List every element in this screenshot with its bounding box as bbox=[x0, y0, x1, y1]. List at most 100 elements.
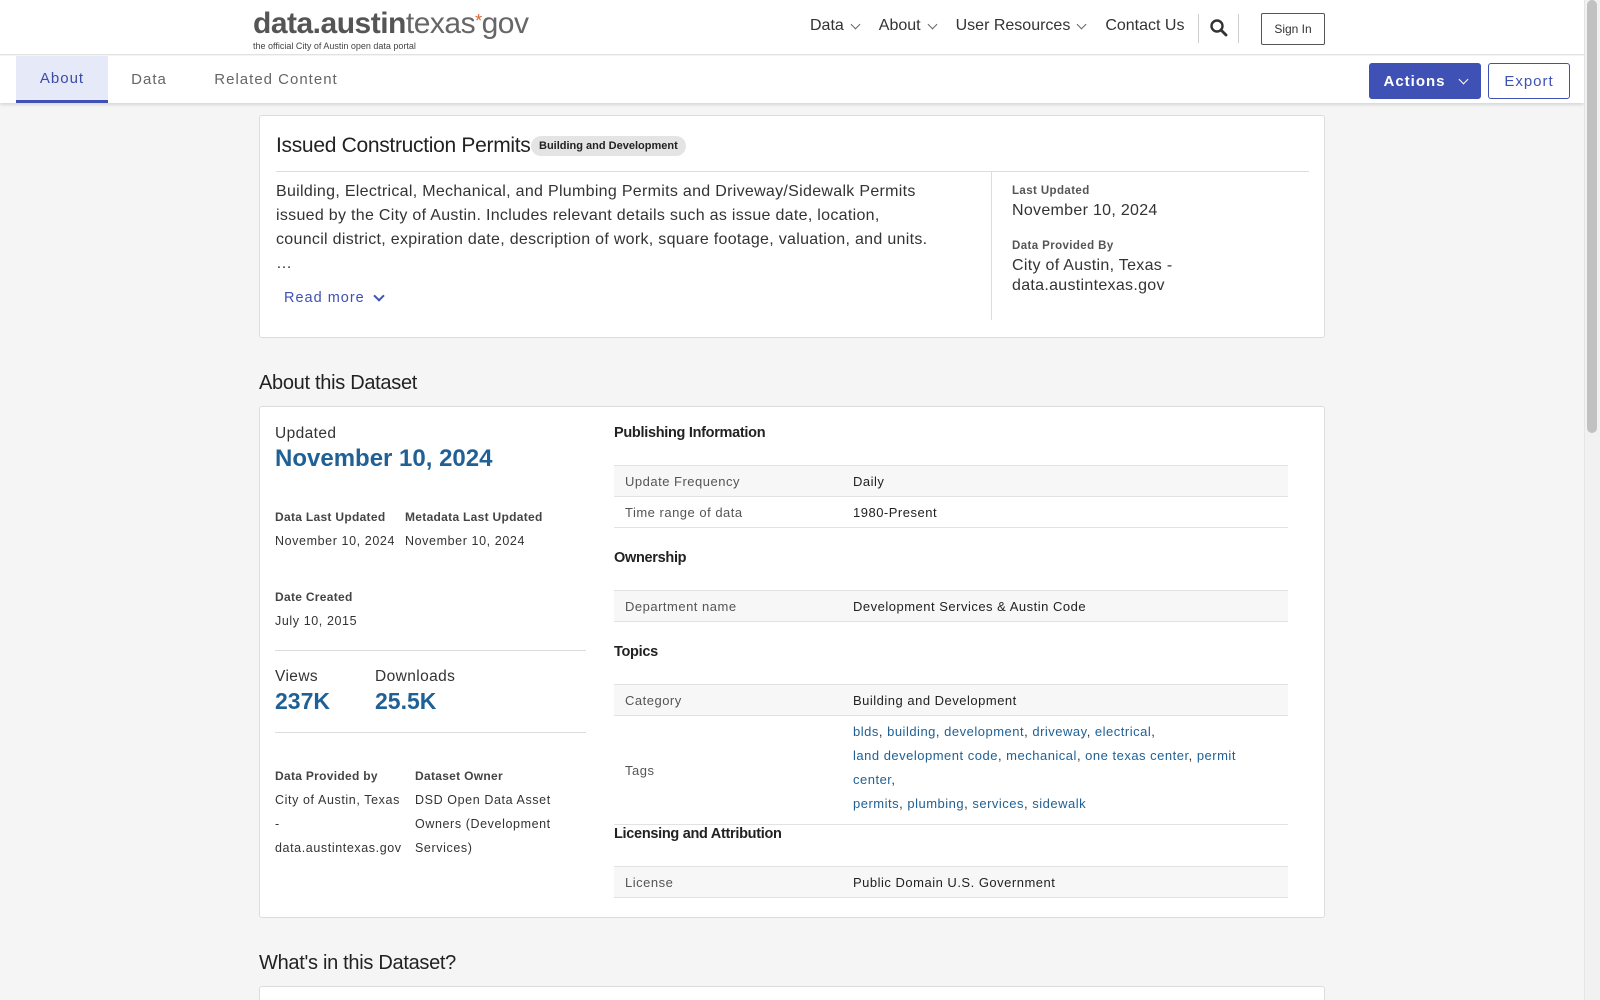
tag-link[interactable]: sidewalk bbox=[1032, 796, 1086, 811]
tag-link[interactable]: services bbox=[972, 796, 1024, 811]
read-more-label: Read more bbox=[284, 290, 365, 306]
row-value: Daily bbox=[842, 465, 1288, 497]
table-row: Tags blds, building, development, drivew… bbox=[614, 715, 1288, 825]
date-created-label: Date Created bbox=[275, 590, 353, 604]
table-row: Time range of data 1980-Present bbox=[614, 496, 1288, 528]
tag-link[interactable]: one texas center bbox=[1085, 748, 1188, 763]
row-value: Building and Development bbox=[842, 684, 1288, 716]
category-badge: Building and Development bbox=[531, 136, 686, 156]
site-header: data.austintexas*gov the official City o… bbox=[0, 0, 1584, 55]
tag-link[interactable]: driveway bbox=[1032, 724, 1086, 739]
tag-separator: , bbox=[1151, 724, 1156, 739]
provided-by-label: Data Provided by bbox=[275, 769, 378, 783]
table-row: License Public Domain U.S. Government bbox=[614, 866, 1288, 898]
row-key: License bbox=[614, 866, 842, 898]
provider-line: - bbox=[275, 817, 280, 831]
dataset-description: Building, Electrical, Mechanical, and Pl… bbox=[276, 180, 946, 276]
provider-line: data.austintexas.gov bbox=[275, 841, 402, 855]
dataset-title: Issued Construction Permits bbox=[276, 134, 531, 157]
nav-user-resources-label: User Resources bbox=[955, 17, 1071, 34]
nav-user-resources[interactable]: User Resources bbox=[955, 17, 1087, 35]
sign-in-button[interactable]: Sign In bbox=[1261, 13, 1325, 45]
whats-in-dataset-card bbox=[259, 986, 1325, 1000]
tag-link[interactable]: plumbing bbox=[907, 796, 964, 811]
licensing-table: License Public Domain U.S. Government bbox=[614, 866, 1288, 898]
publishing-info-table: Update Frequency Daily Time range of dat… bbox=[614, 465, 1288, 528]
divider bbox=[275, 732, 586, 733]
nav-contact-us[interactable]: Contact Us bbox=[1105, 17, 1184, 35]
views-label: Views bbox=[275, 668, 319, 685]
table-row: Category Building and Development bbox=[614, 684, 1288, 716]
tag-link[interactable]: land development code bbox=[853, 748, 998, 763]
tab-related-content[interactable]: Related Content bbox=[190, 56, 362, 103]
row-key: Category bbox=[614, 684, 842, 716]
actions-button[interactable]: Actions bbox=[1369, 63, 1481, 99]
owner-line: Owners (Development bbox=[415, 817, 551, 831]
metadata-last-updated-label: Metadata Last Updated bbox=[405, 510, 543, 524]
provider-line: City of Austin, Texas - bbox=[1012, 257, 1173, 274]
divider bbox=[275, 650, 586, 651]
search-button[interactable] bbox=[1209, 18, 1229, 38]
table-row: Department name Development Services & A… bbox=[614, 590, 1288, 622]
tab-about[interactable]: About bbox=[16, 56, 108, 103]
row-key: Tags bbox=[614, 715, 842, 825]
whats-in-dataset-heading: What's in this Dataset? bbox=[259, 952, 457, 974]
license-link[interactable]: Public Domain U.S. Government bbox=[842, 866, 1288, 898]
ownership-heading: Ownership bbox=[614, 550, 687, 566]
export-button[interactable]: Export bbox=[1488, 63, 1570, 99]
dataset-owner-value: DSD Open Data Asset Owners (Development … bbox=[415, 788, 551, 860]
nav-data[interactable]: Data bbox=[810, 17, 861, 35]
nav-about[interactable]: About bbox=[878, 17, 938, 35]
ownership-table: Department name Development Services & A… bbox=[614, 590, 1288, 622]
nav-data-label: Data bbox=[810, 17, 844, 34]
chevron-down-icon bbox=[373, 290, 385, 302]
dataset-summary-card: Issued Construction Permits Building and… bbox=[259, 115, 1325, 338]
tag-link[interactable]: blds bbox=[853, 724, 879, 739]
nav-divider bbox=[1198, 14, 1199, 43]
topics-table: Category Building and Development Tags b… bbox=[614, 684, 1288, 825]
owner-line: DSD Open Data Asset bbox=[415, 793, 551, 807]
tag-link[interactable]: development bbox=[944, 724, 1024, 739]
table-row: Update Frequency Daily bbox=[614, 465, 1288, 497]
page-scrollbar-thumb[interactable] bbox=[1587, 0, 1597, 433]
tag-link[interactable]: mechanical bbox=[1006, 748, 1077, 763]
topics-heading: Topics bbox=[614, 644, 658, 660]
nav-contact-us-label: Contact Us bbox=[1105, 17, 1185, 34]
row-value: Development Services & Austin Code bbox=[842, 590, 1288, 622]
tab-data[interactable]: Data bbox=[108, 56, 190, 103]
updated-value: November 10, 2024 bbox=[275, 445, 493, 472]
chevron-down-icon bbox=[850, 19, 861, 29]
dataset-tab-bar: About Data Related Content Actions Expor… bbox=[0, 56, 1584, 103]
data-last-updated-label: Data Last Updated bbox=[275, 510, 386, 524]
downloads-label: Downloads bbox=[375, 668, 456, 685]
tag-separator: , bbox=[878, 724, 888, 739]
licensing-heading: Licensing and Attribution bbox=[614, 826, 782, 842]
data-last-updated-value: November 10, 2024 bbox=[275, 534, 395, 548]
data-provided-by-label: Data Provided By bbox=[1012, 240, 1114, 252]
divider bbox=[276, 171, 1309, 172]
updated-label: Updated bbox=[275, 425, 337, 442]
chevron-down-icon bbox=[927, 19, 938, 29]
read-more-button[interactable]: Read more bbox=[284, 290, 385, 306]
tag-separator: , bbox=[891, 772, 896, 787]
views-value: 237K bbox=[275, 688, 330, 714]
chevron-down-icon bbox=[1458, 74, 1468, 84]
owner-line: Services) bbox=[415, 841, 473, 855]
last-updated-label: Last Updated bbox=[1012, 185, 1090, 197]
search-icon bbox=[1210, 19, 1228, 37]
site-logo[interactable]: data.austintexas*gov the official City o… bbox=[253, 9, 529, 52]
last-updated-value: November 10, 2024 bbox=[1012, 202, 1158, 219]
description-line: Building, Electrical, Mechanical, and Pl… bbox=[276, 183, 916, 200]
row-value: 1980-Present bbox=[842, 496, 1288, 528]
description-line: council district, expiration date, descr… bbox=[276, 231, 928, 248]
vertical-divider bbox=[991, 172, 992, 320]
tag-link[interactable]: building bbox=[887, 724, 936, 739]
tag-separator: , bbox=[1086, 724, 1095, 739]
description-line: issued by the City of Austin. Includes r… bbox=[276, 207, 880, 224]
data-provided-by-value: City of Austin, Texas - data.austintexas… bbox=[1012, 256, 1172, 296]
tag-separator: , bbox=[997, 748, 1007, 763]
tag-link[interactable]: electrical bbox=[1095, 724, 1151, 739]
provider-line: City of Austin, Texas bbox=[275, 793, 400, 807]
tag-link[interactable]: permits bbox=[853, 796, 899, 811]
nav-about-label: About bbox=[878, 17, 921, 34]
